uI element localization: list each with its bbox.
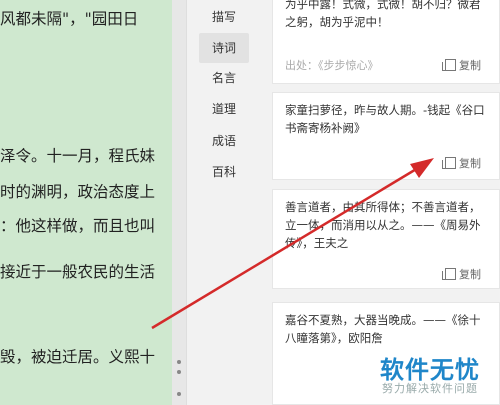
quote-text: 善言道者，由其所得体；不善言道者，立一体，而消用以从之。——《周易外传》，王夫之 bbox=[285, 200, 481, 250]
nav-item-shici[interactable]: 诗词 bbox=[199, 33, 249, 63]
watermark-subtitle: 努力解决软件问题 bbox=[382, 382, 478, 395]
nav-item-baike[interactable]: 百科 bbox=[199, 157, 249, 187]
reader-line: 时的渊明，政治态度上 bbox=[0, 183, 156, 201]
quote-card: 为乎中露！式微，式微！胡不归？微君之躬，胡为乎泥中！ 出处：《步步惊心》 复制 bbox=[272, 0, 500, 84]
reader-line: 毁，被迫迁居。义熙十 bbox=[0, 348, 156, 366]
splitter-grip-dot bbox=[177, 360, 181, 364]
nav-item-mingyan[interactable]: 名言 bbox=[199, 63, 249, 93]
nav-item-daoli[interactable]: 道理 bbox=[199, 94, 249, 124]
splitter-grip-dot bbox=[177, 370, 181, 374]
quote-card: 家童扫萝径，昨与故人期。-钱起《谷口书斋寄杨补阙》 复制 bbox=[272, 92, 500, 180]
watermark: 软件无忧 努力解决软件问题 bbox=[380, 348, 500, 405]
copy-button[interactable]: 复制 bbox=[442, 155, 481, 171]
reader-line: 风都未隔"，"园田日 bbox=[0, 10, 139, 28]
copy-icon bbox=[442, 268, 456, 280]
copy-label: 复制 bbox=[459, 268, 481, 281]
nav-item-miaoxie[interactable]: 描写 bbox=[199, 2, 249, 32]
copy-button[interactable]: 复制 bbox=[442, 266, 481, 282]
splitter-grip-dot bbox=[177, 392, 181, 396]
quote-text: 家童扫萝径，昨与故人期。-钱起《谷口书斋寄杨补阙》 bbox=[285, 103, 485, 135]
quote-list: 为乎中露！式微，式微！胡不归？微君之躬，胡为乎泥中！ 出处：《步步惊心》 复制 … bbox=[257, 0, 500, 405]
nav-item-chengyu[interactable]: 成语 bbox=[199, 126, 249, 156]
quote-text: 为乎中露！式微，式微！胡不归？微君之躬，胡为乎泥中！ bbox=[285, 0, 481, 29]
panel-splitter[interactable] bbox=[172, 0, 187, 405]
reader-line: 泽令。十一月，程氏妹 bbox=[0, 147, 156, 165]
copy-button[interactable]: 复制 bbox=[442, 57, 481, 73]
copy-icon bbox=[442, 59, 456, 71]
quote-text: 嘉谷不夏熟，大器当晚成。——《徐十八瞳落第》，欧阳詹 bbox=[285, 313, 481, 345]
quote-source: 出处：《步步惊心》 bbox=[285, 59, 379, 72]
quote-card: 善言道者，由其所得体；不善言道者，立一体，而消用以从之。——《周易外传》，王夫之… bbox=[272, 189, 500, 289]
copy-icon bbox=[442, 157, 456, 169]
reading-pane: 风都未隔"，"园田日 泽令。十一月，程氏妹 时的渊明，政治态度上 ：他这样做，而… bbox=[0, 0, 172, 405]
reader-line: ：他这样做，而且也叫 bbox=[0, 217, 156, 235]
copy-label: 复制 bbox=[459, 157, 481, 170]
reader-line: 接近于一般农民的生活 bbox=[0, 263, 156, 281]
copy-label: 复制 bbox=[459, 59, 481, 72]
category-nav: 描写 诗词 名言 道理 成语 百科 bbox=[187, 0, 257, 405]
